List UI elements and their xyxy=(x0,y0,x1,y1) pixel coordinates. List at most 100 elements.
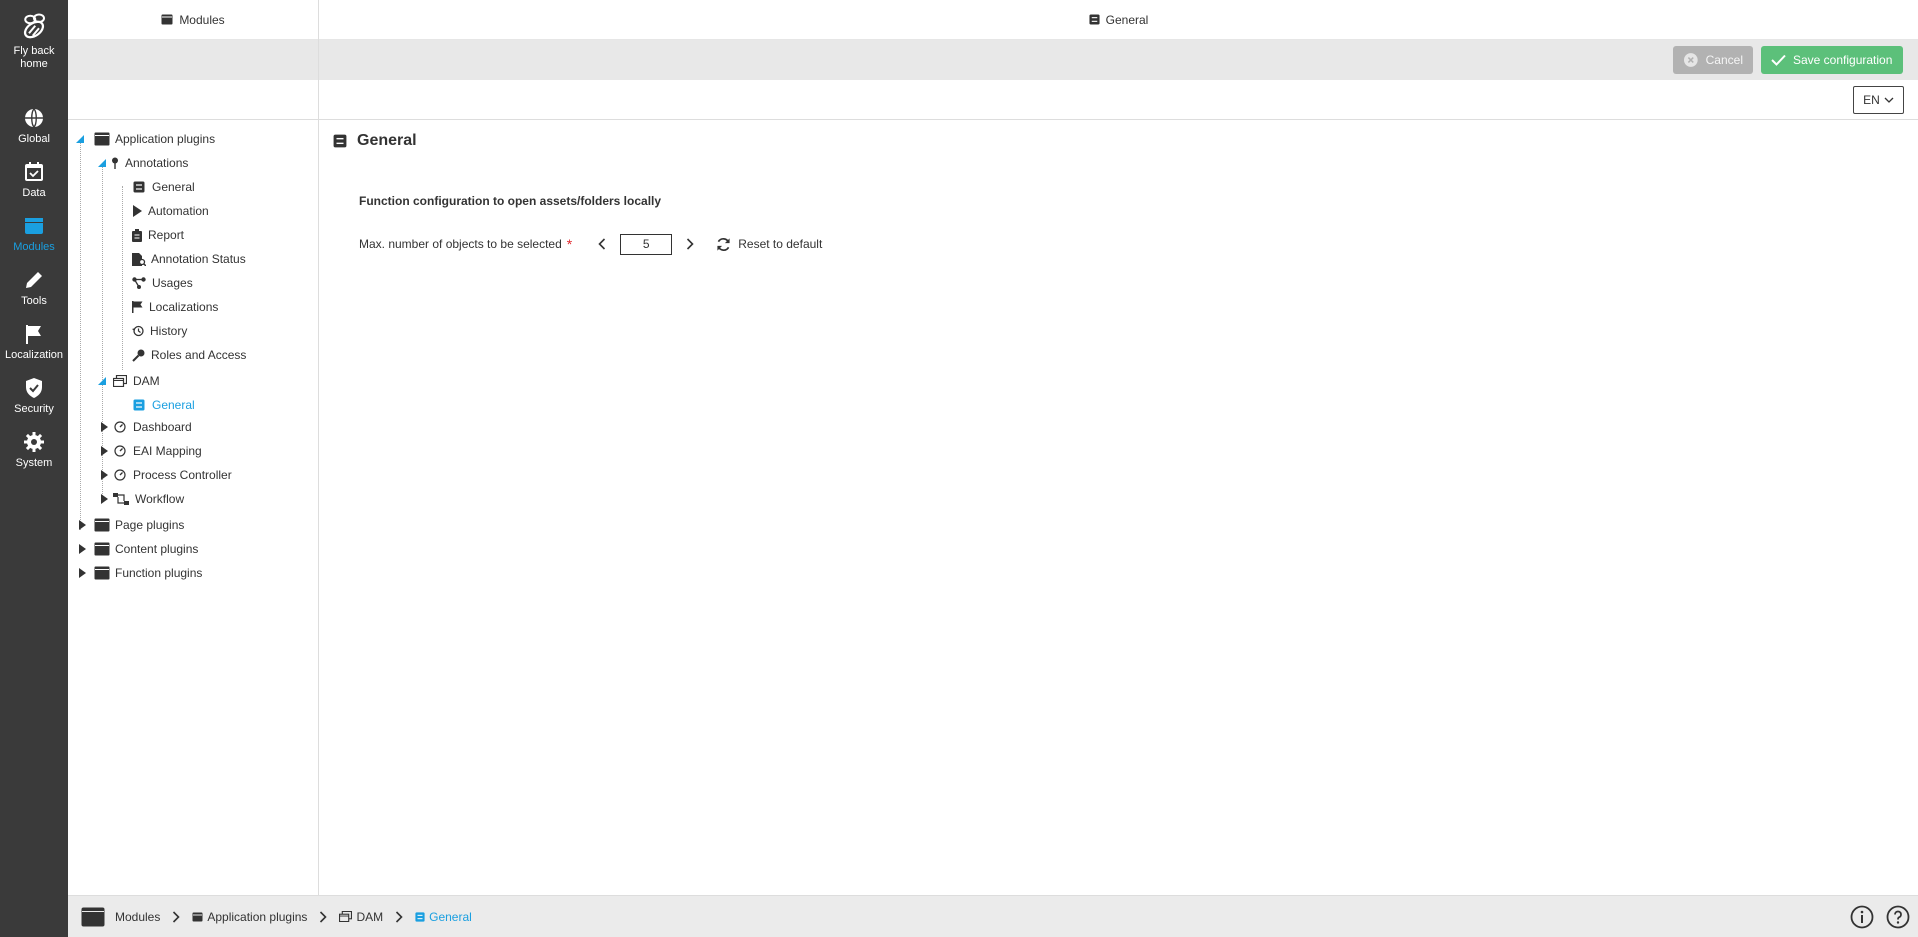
tree-node-label: History xyxy=(150,324,188,338)
tree-node-label: Workflow xyxy=(135,492,185,506)
triangle-down-icon xyxy=(98,377,106,385)
tree-node-application-plugins[interactable]: Application plugins xyxy=(94,129,215,149)
breadcrumb-item-dam[interactable]: DAM xyxy=(339,910,383,924)
tree-node-label: Annotation Status xyxy=(151,252,246,266)
breadcrumb-label: General xyxy=(429,909,472,924)
rail-label: Localization xyxy=(4,349,64,361)
tree-node-roles-and-access[interactable]: Roles and Access xyxy=(131,345,246,365)
rail-item-modules[interactable]: Modules xyxy=(0,214,68,254)
language-select[interactable]: EN xyxy=(1853,86,1904,114)
tree-node-content-plugins[interactable]: Content plugins xyxy=(94,539,198,559)
tree-node-process-controller[interactable]: Process Controller xyxy=(112,465,232,485)
tree-node-dam[interactable]: DAM xyxy=(112,371,160,391)
tree-node-annotations[interactable]: Annotations xyxy=(110,153,188,173)
tree-node-dashboard[interactable]: Dashboard xyxy=(112,417,192,437)
tree-node-annotation-status[interactable]: Annotation Status xyxy=(131,249,246,269)
calendar-check-icon xyxy=(25,162,43,181)
tree-expand-toggle[interactable] xyxy=(98,493,110,505)
panel-title: Modules xyxy=(179,12,225,27)
panel-header: Modules xyxy=(68,0,318,40)
clipboard-icon xyxy=(131,227,143,243)
rail-label: home xyxy=(20,58,48,70)
tree-expand-toggle[interactable] xyxy=(76,567,88,579)
decrement-button[interactable] xyxy=(594,234,610,254)
rail-item-security[interactable]: Security xyxy=(0,376,68,416)
tree-node-label: Page plugins xyxy=(115,518,185,532)
gauge-icon xyxy=(112,419,128,435)
tree-node-automation[interactable]: Automation xyxy=(131,201,209,221)
tree-node-page-plugins[interactable]: Page plugins xyxy=(94,515,184,535)
breadcrumb-item-application-plugins[interactable]: Application plugins xyxy=(192,910,307,924)
max-objects-input[interactable] xyxy=(620,233,673,255)
rail-label: System xyxy=(15,457,53,469)
tree-node-general[interactable]: General xyxy=(131,177,195,197)
tree-expand-toggle[interactable] xyxy=(76,519,88,531)
tree-node-label: EAI Mapping xyxy=(133,444,202,458)
tree-node-label: Dashboard xyxy=(133,420,192,434)
reset-to-default-button[interactable]: Reset to default xyxy=(716,237,822,252)
tree-expand-toggle[interactable] xyxy=(98,469,110,481)
refresh-icon xyxy=(717,237,730,251)
tree-node-dam-general[interactable]: General xyxy=(131,395,195,415)
tree-node-label: Process Controller xyxy=(133,468,232,482)
rail-label: Fly back xyxy=(13,45,55,57)
page-title: General xyxy=(333,132,417,150)
pin-icon xyxy=(110,155,120,171)
triangle-right-icon xyxy=(100,422,108,432)
tree-expand-toggle[interactable] xyxy=(98,445,110,457)
tree-node-workflow[interactable]: Workflow xyxy=(112,489,184,509)
tree-node-eai-mapping[interactable]: EAI Mapping xyxy=(112,441,202,461)
window-icon xyxy=(25,218,43,234)
increment-button[interactable] xyxy=(682,234,698,254)
breadcrumb-item-general[interactable]: General xyxy=(415,910,472,924)
breadcrumb-item-modules[interactable]: Modules xyxy=(115,910,160,924)
triangle-down-icon xyxy=(98,159,106,167)
tree-node-usages[interactable]: Usages xyxy=(131,273,193,293)
tree-expand-toggle[interactable] xyxy=(76,543,88,555)
chevron-right-icon xyxy=(395,910,403,923)
rail-item-localization[interactable]: Localization xyxy=(0,322,68,362)
tree-node-label: General xyxy=(152,180,195,194)
windows-icon xyxy=(339,911,353,922)
save-configuration-button[interactable]: Save configuration xyxy=(1761,46,1903,74)
breadcrumb: Modules Application plugins DAM General xyxy=(81,907,472,927)
tree-node-label: Content plugins xyxy=(115,542,199,556)
rail-item-system[interactable]: System xyxy=(0,430,68,470)
tree-node-history[interactable]: History xyxy=(131,321,187,341)
rail-item-global[interactable]: Global xyxy=(0,106,68,146)
language-value: EN xyxy=(1863,93,1880,107)
rail-item-home[interactable]: Fly back home xyxy=(0,12,68,71)
cancel-button[interactable]: Cancel xyxy=(1673,46,1753,74)
sliders-icon xyxy=(333,134,347,148)
rail-item-tools[interactable]: Tools xyxy=(0,268,68,308)
tree-node-report[interactable]: Report xyxy=(131,225,184,245)
window-icon xyxy=(94,565,110,581)
tree-node-localizations[interactable]: Localizations xyxy=(131,297,218,317)
network-icon xyxy=(131,275,147,291)
flag-icon xyxy=(131,299,144,315)
tree-collapse-toggle[interactable] xyxy=(96,375,108,387)
help-icon[interactable] xyxy=(1886,905,1910,929)
tree-collapse-toggle[interactable] xyxy=(74,133,86,145)
close-circle-icon xyxy=(1683,53,1698,67)
chevron-right-icon xyxy=(687,238,694,250)
tree-node-function-plugins[interactable]: Function plugins xyxy=(94,563,202,583)
rail-label: Modules xyxy=(13,241,55,253)
chevron-left-icon xyxy=(598,238,606,250)
info-icon[interactable] xyxy=(1850,905,1874,929)
rail-item-data[interactable]: Data xyxy=(0,160,68,200)
triangle-down-icon xyxy=(76,135,84,143)
tree-node-label: Application plugins xyxy=(115,132,216,146)
window-icon xyxy=(94,517,110,533)
breadcrumb-label: DAM xyxy=(356,909,384,924)
configuration-panel: General Cancel Save configuration EN Gen… xyxy=(319,0,1918,895)
shield-icon xyxy=(26,378,42,398)
window-icon xyxy=(192,912,203,921)
section-heading: Function configuration to open assets/fo… xyxy=(359,194,662,208)
globe-icon xyxy=(25,108,43,128)
triangle-right-icon xyxy=(100,470,108,480)
tree-collapse-toggle[interactable] xyxy=(96,157,108,169)
tree-expand-toggle[interactable] xyxy=(98,421,110,433)
required-marker: * xyxy=(566,236,573,252)
rail-label: Data xyxy=(22,187,46,199)
